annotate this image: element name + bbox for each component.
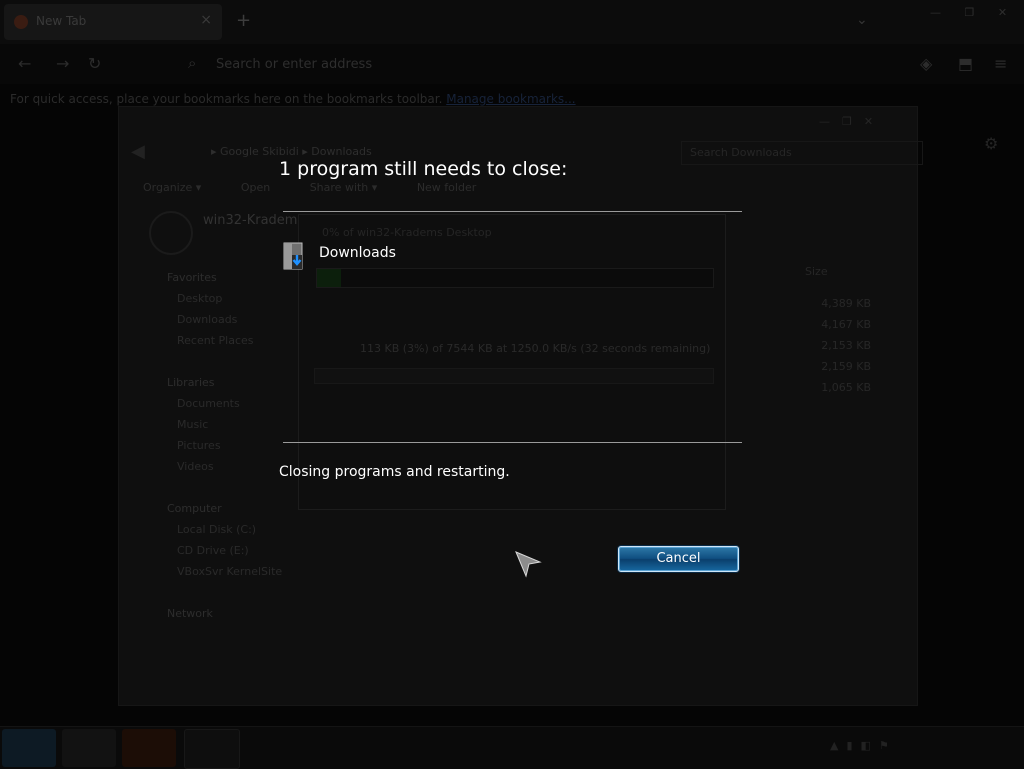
nav-item-videos: Videos	[177, 460, 214, 473]
start-button	[2, 729, 56, 767]
organize-button: Organize ▾	[143, 181, 202, 194]
nav-network: Network	[167, 607, 213, 620]
window-controls: — ❐ ✕	[930, 6, 1018, 19]
browser-tab: New Tab ×	[4, 4, 222, 40]
explorer-search-box: Search Downloads	[681, 141, 923, 165]
manage-bookmarks-link: Manage bookmarks...	[446, 92, 576, 106]
nav-item-local-disk: Local Disk (C:)	[177, 523, 257, 536]
tab-list-icon: ⌄	[856, 12, 868, 28]
extensions-icon: ⬒	[958, 54, 974, 73]
system-tray-icons: ▲▮◧⚑	[830, 739, 897, 752]
program-name: Downloads	[319, 245, 396, 261]
tab-title: New Tab	[36, 14, 87, 28]
nav-item-pictures: Pictures	[177, 439, 221, 452]
nav-computer: Computer	[167, 502, 222, 515]
closing-status-text: Closing programs and restarting.	[279, 464, 510, 480]
bottom-divider	[283, 442, 742, 443]
download-secondary-bar	[314, 368, 714, 384]
back-icon: ←	[18, 54, 32, 73]
explorer-window-controls: —❐✕	[819, 115, 886, 128]
firefox-icon	[14, 15, 28, 29]
nav-item-recent-places: Recent Places	[177, 334, 254, 347]
user-name: win32-Kradems	[203, 213, 305, 228]
download-window-title: 0% of win32-Kradems Desktop	[322, 226, 492, 239]
downloads-folder-icon	[283, 241, 305, 271]
nav-item-music: Music	[177, 418, 209, 431]
nav-item-cd-drive: CD Drive (E:)	[177, 544, 249, 557]
reload-icon: ↻	[88, 54, 102, 73]
taskbar-explorer-icon	[184, 729, 240, 769]
new-tab-button: +	[236, 10, 252, 31]
download-status: 113 KB (3%) of 7544 KB at 1250.0 KB/s (3…	[360, 342, 711, 355]
new-folder-button: New folder	[416, 181, 477, 194]
nav-item-vboxsvr: VBoxSvr KernelSite	[177, 565, 283, 578]
size-column-header: Size	[805, 265, 828, 278]
nav-item-documents: Documents	[177, 397, 240, 410]
back-arrow-icon: ◀	[131, 141, 145, 162]
file-size: 1,065 KB	[821, 381, 871, 394]
nav-item-downloads: Downloads	[177, 313, 238, 326]
settings-gear-icon: ⚙	[984, 134, 999, 153]
cancel-button[interactable]: Cancel	[618, 546, 739, 572]
nav-libraries: Libraries	[167, 376, 215, 389]
file-size: 4,389 KB	[821, 297, 871, 310]
mouse-cursor-icon	[514, 550, 542, 582]
url-bar: ⌕ Search or enter address	[180, 50, 880, 80]
nav-favorites: Favorites	[167, 271, 217, 284]
url-placeholder: Search or enter address	[216, 57, 373, 72]
file-size: 2,159 KB	[821, 360, 871, 373]
nav-item-desktop: Desktop	[177, 292, 223, 305]
download-progress-bar	[316, 268, 714, 288]
share-button: Share with ▾	[309, 181, 378, 194]
file-size: 2,153 KB	[821, 339, 871, 352]
dialog-heading: 1 program still needs to close:	[279, 158, 568, 180]
explorer-toolbar: Organize ▾ Open Share with ▾ New folder	[143, 181, 512, 194]
file-size: 4,167 KB	[821, 318, 871, 331]
file-size-list: 4,389 KB 4,167 KB 2,153 KB 2,159 KB 1,06…	[807, 293, 871, 398]
bookmark-hint: For quick access, place your bookmarks h…	[10, 92, 576, 106]
explorer-breadcrumb: ▸ Google Skibidi ▸ Downloads	[211, 145, 372, 158]
search-icon: ⌕	[188, 54, 197, 72]
top-divider	[283, 211, 742, 212]
open-button: Open	[240, 181, 271, 194]
forward-icon: →	[56, 54, 70, 73]
menu-icon: ≡	[994, 54, 1008, 73]
explorer-search-placeholder: Search Downloads	[690, 146, 792, 159]
pocket-icon: ◈	[920, 54, 933, 73]
user-avatar	[149, 211, 193, 255]
tab-close-icon: ×	[200, 12, 212, 28]
taskbar-firefox-icon	[122, 729, 176, 767]
taskbar-terminal-icon	[62, 729, 116, 767]
taskbar: ▲▮◧⚑	[0, 726, 1024, 769]
